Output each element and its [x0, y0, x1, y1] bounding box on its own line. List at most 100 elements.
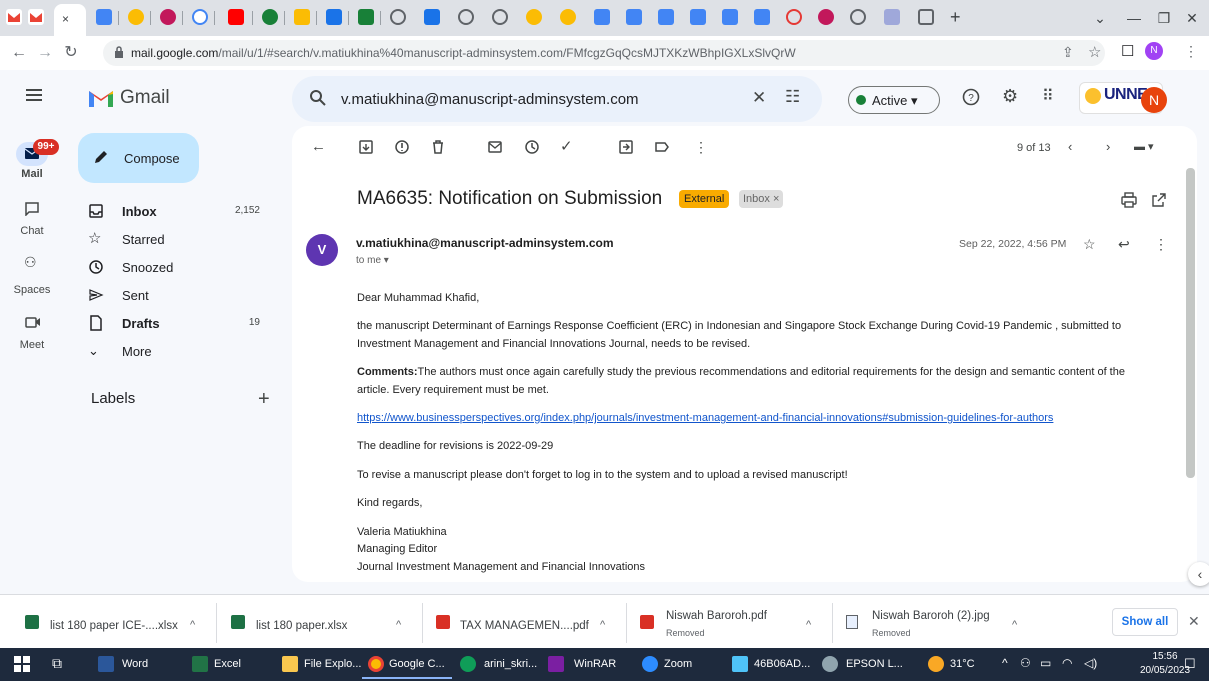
new-tab-icon[interactable]: + [950, 7, 961, 28]
taskbar-epson-label[interactable]: EPSON L... [846, 658, 903, 670]
more-actions-icon[interactable]: ⋮ [694, 139, 710, 155]
input-tools-icon[interactable]: ▬ ▾ [1134, 139, 1166, 155]
taskbar-chrome-label[interactable]: Google C... [389, 658, 445, 670]
download-item-1-chevron-icon[interactable]: ^ [190, 619, 195, 631]
browser-menu-icon[interactable]: ⋮ [1184, 43, 1198, 60]
open-new-window-icon[interactable] [1151, 192, 1167, 208]
clear-search-icon[interactable]: ✕ [752, 88, 766, 108]
opera-tab-icon[interactable] [786, 9, 802, 25]
add-task-icon[interactable]: ✓ [560, 139, 576, 155]
search-icon[interactable] [309, 89, 327, 107]
print-icon[interactable] [1121, 192, 1137, 208]
taskbar-explorer-label[interactable]: File Explo... [304, 658, 361, 670]
restore-icon[interactable]: ❐ [1154, 8, 1174, 28]
docs-tab-icon[interactable] [626, 9, 642, 25]
site-tab-icon[interactable] [884, 9, 900, 25]
docs-tab-icon[interactable] [690, 9, 706, 25]
recipient-toggle[interactable]: to me ▾ [356, 255, 389, 266]
show-all-downloads-button[interactable]: Show all [1112, 608, 1178, 636]
gmail-tab-icon[interactable] [28, 9, 44, 25]
scholar-tab-icon[interactable] [526, 9, 542, 25]
docs-tab-icon[interactable] [658, 9, 674, 25]
tray-wifi-icon[interactable]: ◠ [1062, 656, 1072, 670]
mark-unread-icon[interactable] [487, 139, 503, 155]
youtube-tab-icon[interactable] [228, 9, 244, 25]
profile-avatar[interactable]: N [1145, 42, 1163, 60]
site-tab-icon[interactable] [326, 9, 342, 25]
docs-tab-icon[interactable] [96, 9, 112, 25]
download-item-3-name[interactable]: TAX MANAGEMEN....pdf [460, 620, 589, 632]
tray-battery-icon[interactable]: ▭ [1040, 656, 1051, 670]
download-item-1-name[interactable]: list 180 paper ICE-....xlsx [50, 620, 178, 632]
meet-icon[interactable] [25, 316, 41, 328]
help-icon[interactable]: ? [962, 88, 980, 106]
nav-inbox[interactable]: Inbox 2,152 [78, 197, 278, 225]
email-more-icon[interactable]: ⋮ [1154, 236, 1168, 253]
back-icon[interactable]: ← [10, 44, 28, 62]
nav-more[interactable]: ⌄ More [78, 337, 278, 365]
reload-icon[interactable]: ↻ [62, 44, 80, 62]
taskbar-image-label[interactable]: 46B06AD... [754, 658, 810, 670]
globe-tab-icon[interactable] [850, 9, 866, 25]
site-tab-icon[interactable] [160, 9, 176, 25]
taskbar-word-label[interactable]: Word [122, 658, 148, 670]
account-avatar[interactable]: N [1141, 87, 1167, 113]
bookmark-star-icon[interactable]: ☆ [1088, 43, 1101, 61]
delete-icon[interactable] [430, 139, 446, 155]
snooze-icon[interactable] [524, 139, 540, 155]
back-to-list-icon[interactable]: ← [311, 139, 327, 155]
globe-tab-icon[interactable] [492, 9, 508, 25]
tray-chevron-icon[interactable]: ^ [1002, 656, 1008, 670]
forward-icon[interactable]: → [36, 44, 54, 62]
sender-address[interactable]: v.matiukhina@manuscript-adminsystem.com [356, 236, 614, 250]
taskbar-excel-label[interactable]: Excel [214, 658, 241, 670]
share-icon[interactable]: ⇪ [1062, 44, 1074, 61]
globe-tab-icon[interactable] [390, 9, 406, 25]
newer-chevron-icon[interactable]: ‹ [1068, 139, 1084, 155]
windows-start-icon[interactable] [14, 656, 30, 672]
download-item-3-chevron-icon[interactable]: ^ [600, 619, 605, 631]
sidepanel-icon[interactable]: ☐ [1121, 42, 1134, 60]
site-tab-icon[interactable] [918, 9, 934, 25]
label-icon[interactable] [654, 139, 670, 155]
settings-gear-icon[interactable]: ⚙ [1002, 86, 1018, 107]
docs-tab-icon[interactable] [754, 9, 770, 25]
close-shelf-icon[interactable]: ✕ [1188, 613, 1200, 630]
chat-icon[interactable] [25, 202, 39, 216]
download-item-4-name[interactable]: Niswah Baroroh.pdf [666, 610, 767, 622]
nav-snoozed[interactable]: Snoozed [78, 253, 278, 281]
task-view-icon[interactable]: ⧉ [52, 655, 62, 672]
tab-close-icon[interactable]: × [62, 12, 69, 26]
window-close-icon[interactable]: ✕ [1182, 8, 1202, 28]
main-menu-icon[interactable] [26, 88, 42, 102]
minimize-icon[interactable]: — [1124, 8, 1144, 28]
notification-icon[interactable]: ☐ [1184, 656, 1196, 672]
site-tab-icon[interactable] [358, 9, 374, 25]
site-tab-icon[interactable] [818, 9, 834, 25]
weather-temperature[interactable]: 31°C [950, 658, 975, 670]
taskbar-winrar-label[interactable]: WinRAR [574, 658, 616, 670]
tray-volume-icon[interactable]: ◁) [1084, 656, 1097, 670]
site-tab-icon[interactable] [262, 9, 278, 25]
guidelines-link[interactable]: https://www.businessperspectives.org/ind… [357, 412, 1053, 424]
nav-drafts[interactable]: Drafts 19 [78, 309, 278, 337]
add-label-icon[interactable]: + [258, 388, 270, 411]
tab-search-icon[interactable]: ⌄ [1090, 8, 1110, 28]
search-input[interactable]: v.matiukhina@manuscript-adminsystem.com [341, 91, 639, 108]
active-tab[interactable]: × [54, 4, 86, 36]
site-tab-icon[interactable] [424, 9, 440, 25]
clock-time[interactable]: 15:56 [1140, 651, 1190, 662]
taskbar-zoom-label[interactable]: Zoom [664, 658, 692, 670]
side-panel-chevron-icon[interactable]: ‹ [1188, 562, 1209, 586]
archive-icon[interactable] [358, 139, 374, 155]
inbox-label-chip[interactable]: Inbox × [739, 190, 784, 208]
sender-avatar[interactable]: V [306, 234, 338, 266]
nav-sent[interactable]: Sent [78, 281, 278, 309]
download-item-2-name[interactable]: list 180 paper.xlsx [256, 620, 347, 632]
drive-tab-icon[interactable] [294, 9, 310, 25]
report-spam-icon[interactable] [394, 139, 410, 155]
email-scrollbar[interactable] [1186, 168, 1195, 478]
tray-network-icon[interactable]: ⚇ [1020, 656, 1031, 670]
move-to-icon[interactable] [618, 139, 634, 155]
reply-icon[interactable]: ↩ [1118, 236, 1130, 253]
